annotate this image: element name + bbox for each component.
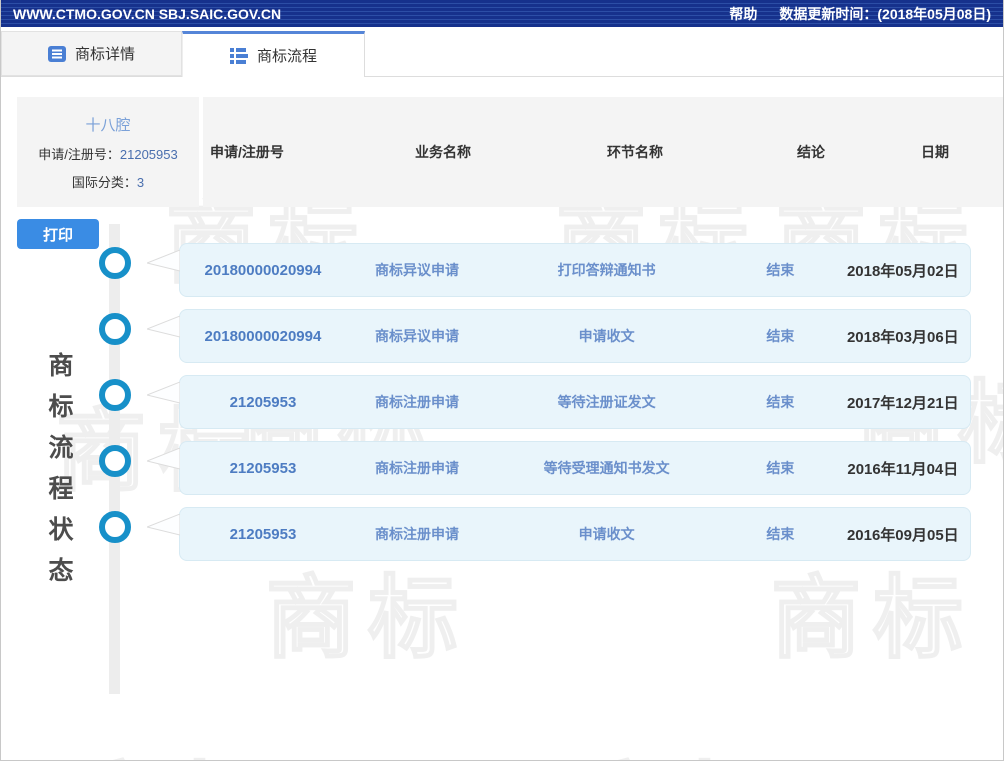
- cell-business-name: 商标注册申请: [346, 524, 488, 544]
- header-step-name: 环节名称: [515, 142, 755, 162]
- trademark-info-panel: 十八腔 申请/注册号：21205953 国际分类：3: [17, 97, 199, 207]
- registration-number-line: 申请/注册号：21205953: [38, 144, 177, 163]
- tab-label: 商标详情: [75, 43, 135, 64]
- list-lines-icon: [48, 45, 66, 63]
- header-conclusion: 结论: [755, 142, 867, 162]
- process-row: 20180000020994 商标异议申请 打印答辩通知书 结束 2018年05…: [179, 243, 971, 297]
- page: WWW.CTMO.GOV.CN SBJ.SAIC.GOV.CN 帮助 数据更新时…: [0, 0, 1004, 761]
- timeline-dot: [99, 445, 131, 477]
- cell-conclusion: 结束: [725, 326, 836, 346]
- print-button[interactable]: 打印: [17, 219, 99, 249]
- vertical-title: 商标流程状态: [41, 352, 77, 598]
- row-tail-pointer: [147, 250, 180, 276]
- header-application-number: 申请/注册号: [203, 142, 371, 162]
- process-row: 20180000020994 商标异议申请 申请收文 结束 2018年03月06…: [179, 309, 971, 363]
- timeline-dot: [99, 247, 131, 279]
- timeline-dot: [99, 313, 131, 345]
- cell-application-number: 21205953: [180, 526, 346, 543]
- cell-step-name: 申请收文: [488, 524, 725, 544]
- process-row: 21205953 商标注册申请 等待受理通知书发文 结束 2016年11月04日: [179, 441, 971, 495]
- cell-date: 2018年05月02日: [836, 260, 970, 281]
- row-tail-pointer: [147, 316, 180, 342]
- site-title: WWW.CTMO.GOV.CN SBJ.SAIC.GOV.CN: [13, 6, 281, 22]
- cell-business-name: 商标异议申请: [346, 326, 488, 346]
- cell-date: 2016年09月05日: [836, 524, 970, 545]
- registration-number-label: 申请/注册号：: [38, 147, 120, 162]
- update-time-value: (2018年05月08日): [877, 6, 991, 22]
- cell-application-number: 21205953: [180, 460, 346, 477]
- cell-business-name: 商标注册申请: [346, 392, 488, 412]
- topbar: WWW.CTMO.GOV.CN SBJ.SAIC.GOV.CN 帮助 数据更新时…: [1, 0, 1003, 27]
- help-link[interactable]: 帮助: [729, 4, 757, 24]
- cell-business-name: 商标异议申请: [346, 260, 488, 280]
- cell-application-number: 20180000020994: [180, 262, 346, 279]
- trademark-name: 十八腔: [85, 114, 130, 135]
- process-table-header: 申请/注册号 业务名称 环节名称 结论 日期: [203, 97, 1003, 207]
- cell-step-name: 等待注册证发文: [488, 392, 725, 412]
- header-date: 日期: [867, 142, 1003, 162]
- header-business-name: 业务名称: [371, 142, 515, 162]
- watermark-text: 商标: [266, 545, 470, 675]
- intl-class-value: 3: [137, 175, 144, 190]
- process-row: 21205953 商标注册申请 申请收文 结束 2016年09月05日: [179, 507, 971, 561]
- cell-date: 2016年11月04日: [836, 458, 970, 479]
- cell-date: 2017年12月21日: [836, 392, 970, 413]
- timeline-dot: [99, 379, 131, 411]
- registration-number-value: 21205953: [120, 147, 178, 162]
- cell-application-number: 20180000020994: [180, 328, 346, 345]
- intl-class-line: 国际分类：3: [72, 172, 144, 191]
- data-update-time: 数据更新时间：(2018年05月08日): [779, 4, 991, 24]
- intl-class-label: 国际分类：: [72, 175, 137, 190]
- cell-date: 2018年03月06日: [836, 326, 970, 347]
- row-tail-pointer: [147, 382, 180, 408]
- cell-conclusion: 结束: [725, 260, 836, 280]
- watermark-text: 商标: [581, 732, 785, 761]
- tab-label: 商标流程: [257, 45, 317, 66]
- cell-business-name: 商标注册申请: [346, 458, 488, 478]
- tab-trademark-details[interactable]: 商标详情: [1, 31, 182, 76]
- update-time-label: 数据更新时间：: [779, 6, 877, 22]
- tab-trademark-process[interactable]: 商标流程: [182, 31, 365, 77]
- cell-application-number: 21205953: [180, 394, 346, 411]
- watermark-text: 商标: [76, 732, 280, 761]
- cell-conclusion: 结束: [725, 392, 836, 412]
- row-tail-pointer: [147, 448, 180, 474]
- row-tail-pointer: [147, 514, 180, 540]
- list-grid-icon: [230, 47, 248, 65]
- process-row: 21205953 商标注册申请 等待注册证发文 结束 2017年12月21日: [179, 375, 971, 429]
- cell-step-name: 等待受理通知书发文: [488, 458, 725, 478]
- tabbar-divider: [1, 76, 1003, 77]
- cell-step-name: 申请收文: [488, 326, 725, 346]
- cell-conclusion: 结束: [725, 524, 836, 544]
- cell-conclusion: 结束: [725, 458, 836, 478]
- cell-step-name: 打印答辩通知书: [488, 260, 725, 280]
- timeline-dot: [99, 511, 131, 543]
- watermark-text: 商标: [771, 545, 975, 675]
